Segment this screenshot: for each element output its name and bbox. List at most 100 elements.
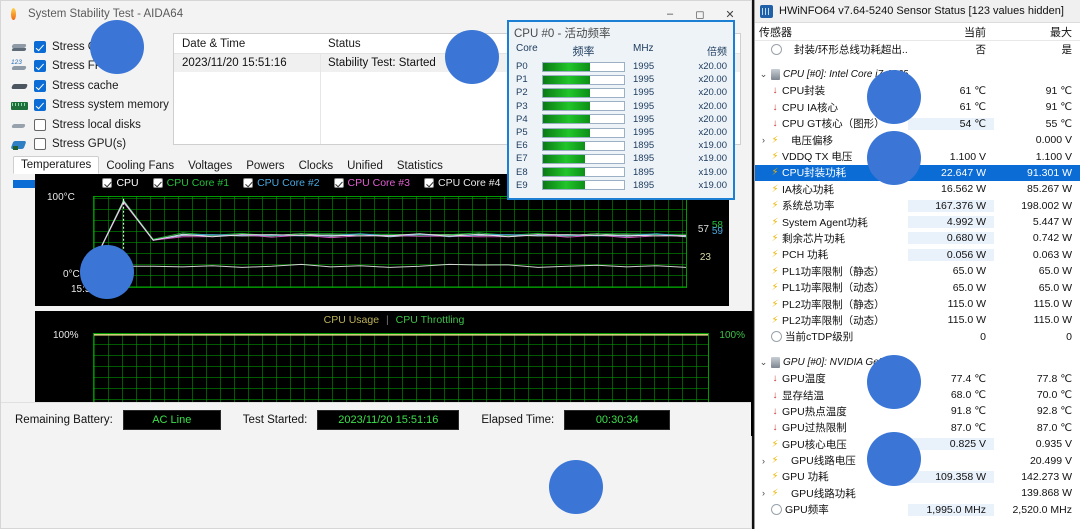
chevron-right-icon[interactable]: › bbox=[759, 135, 768, 145]
chart-scroll-sidebar[interactable] bbox=[11, 174, 35, 306]
legend-item[interactable]: CPU Core #2 bbox=[243, 177, 319, 189]
sensor-current-value: 87.0 ℃ bbox=[908, 422, 994, 434]
chevron-down-icon[interactable]: ⌄ bbox=[759, 357, 768, 368]
tab-unified[interactable]: Unified bbox=[340, 158, 390, 174]
cpu-core-rows: P01995x20.00P11995x20.00P21995x20.00P319… bbox=[509, 60, 733, 192]
chevron-right-icon[interactable]: › bbox=[759, 488, 768, 498]
cpu-core-mhz: 1895 bbox=[625, 180, 681, 191]
sensor-current-value: 0.825 V bbox=[908, 438, 994, 450]
stress-cache-checkbox[interactable] bbox=[34, 80, 46, 92]
sensor-row[interactable]: ⚡PL2功率限制（动态）115.0 W115.0 W bbox=[755, 312, 1080, 328]
hwinfo-window-title: HWiNFO64 v7.64-5240 Sensor Status [123 v… bbox=[779, 5, 1064, 17]
sensor-name-cell: ⚡System Agent功耗 bbox=[755, 215, 908, 230]
sensor-current-value: 115.0 W bbox=[908, 314, 994, 326]
legend-checkbox[interactable] bbox=[334, 178, 344, 188]
click-marker bbox=[867, 70, 921, 124]
cpu-core-label: P0 bbox=[516, 61, 542, 72]
aida64-app-icon bbox=[7, 7, 21, 21]
legend-item[interactable]: CPU Core #1 bbox=[153, 177, 229, 189]
thermometer-icon: ↓ bbox=[771, 390, 779, 401]
test-started-label: Test Started: bbox=[243, 414, 308, 426]
sensor-row[interactable]: ↓GPU热点温度91.8 ℃92.8 ℃ bbox=[755, 403, 1080, 419]
legend-checkbox[interactable] bbox=[424, 178, 434, 188]
sensor-row[interactable]: GPU频率1,995.0 MHz2,520.0 MHz bbox=[755, 502, 1080, 518]
tab-cooling-fans[interactable]: Cooling Fans bbox=[99, 158, 181, 174]
sensor-row[interactable]: ⚡PCH 功耗0.056 W0.063 W bbox=[755, 247, 1080, 263]
sensor-label: GPU热点温度 bbox=[782, 404, 847, 419]
sensor-current-value: 54 ℃ bbox=[908, 118, 994, 130]
cpu-frequency-window[interactable]: CPU #0 - 活动频率 Core 频率 MHz 倍频 P01995x20.0… bbox=[507, 20, 735, 200]
hwinfo-col-max: 最大 bbox=[994, 24, 1080, 40]
sensor-row[interactable]: ⚡PL1功率限制（静态）65.0 W65.0 W bbox=[755, 263, 1080, 279]
bolt-icon: ⚡ bbox=[771, 315, 779, 326]
stress-option-disks[interactable]: Stress local disks bbox=[11, 115, 161, 135]
click-marker bbox=[867, 432, 921, 486]
sensor-row[interactable]: ↓GPU过热限制87.0 ℃87.0 ℃ bbox=[755, 420, 1080, 436]
hwinfo-column-header: 传感器 当前 最大 bbox=[755, 23, 1080, 41]
bolt-icon: ⚡ bbox=[771, 184, 779, 195]
stress-cache-label: Stress cache bbox=[52, 80, 118, 92]
sensor-row[interactable]: ›⚡GPU线路功耗139.868 W bbox=[755, 485, 1080, 501]
tab-voltages[interactable]: Voltages bbox=[181, 158, 239, 174]
tab-temperatures[interactable]: Temperatures bbox=[13, 156, 99, 174]
sensor-current-value: 65.0 W bbox=[908, 282, 994, 294]
sensor-label: VDDQ TX 电压 bbox=[782, 149, 852, 164]
legend-checkbox[interactable] bbox=[243, 178, 253, 188]
stress-option-cache[interactable]: Stress cache bbox=[11, 76, 161, 96]
bolt-icon: ⚡ bbox=[771, 167, 779, 178]
stress-option-memory[interactable]: Stress system memory bbox=[11, 96, 161, 116]
legend-checkbox[interactable] bbox=[153, 178, 163, 188]
sensor-label: 电压偏移 bbox=[782, 133, 833, 148]
legend-item[interactable]: CPU Core #4 bbox=[424, 177, 500, 189]
sensor-row[interactable]: ↓CPU GT核心（图形）54 ℃55 ℃ bbox=[755, 116, 1080, 132]
thermometer-icon: ↓ bbox=[771, 373, 779, 384]
sensor-row[interactable]: ⚡IA核心功耗16.562 W85.267 W bbox=[755, 181, 1080, 197]
hwinfo-titlebar: HWiNFO64 v7.64-5240 Sensor Status [123 v… bbox=[755, 0, 1080, 23]
click-marker bbox=[867, 131, 921, 185]
sensor-group-row[interactable]: ⌄CPU [#0]: Intel Core i7-12650H: Enhance… bbox=[755, 66, 1080, 82]
sensor-row[interactable]: ⚡剩余芯片功耗0.680 W0.742 W bbox=[755, 230, 1080, 246]
sensor-max-value: 91 ℃ bbox=[994, 101, 1080, 113]
cpu-core-mhz: 1895 bbox=[625, 140, 681, 151]
circle-icon bbox=[771, 504, 782, 515]
usage-ytick-top: 100% bbox=[53, 330, 79, 341]
disk-icon bbox=[11, 118, 28, 131]
stress-gpu-checkbox[interactable] bbox=[34, 138, 46, 150]
chevron-down-icon[interactable]: ⌄ bbox=[759, 69, 768, 80]
sensor-row[interactable]: ⚡System Agent功耗4.992 W5.447 W bbox=[755, 214, 1080, 230]
legend-checkbox[interactable] bbox=[102, 178, 112, 188]
sensor-row[interactable]: 当前cTDP级别00 bbox=[755, 329, 1080, 345]
cpu-freq-bar bbox=[542, 180, 625, 190]
battery-value: AC Line bbox=[123, 410, 221, 430]
cpu-core-label: P2 bbox=[516, 87, 542, 98]
bolt-icon: ⚡ bbox=[771, 249, 779, 260]
chip-icon bbox=[771, 69, 780, 80]
sensor-label: PCH 功耗 bbox=[782, 247, 828, 262]
row-spacer bbox=[755, 57, 1080, 66]
column-divider bbox=[320, 53, 321, 144]
cpu-core-label: E8 bbox=[516, 167, 542, 178]
temp-endlabel-3: 23 bbox=[700, 252, 711, 263]
stress-option-gpu[interactable]: Stress GPU(s) bbox=[11, 135, 161, 155]
cpu-core-mhz: 1995 bbox=[625, 74, 681, 85]
legend-item[interactable]: CPU bbox=[102, 177, 138, 189]
stress-cpu-checkbox[interactable] bbox=[34, 41, 46, 53]
tab-statistics[interactable]: Statistics bbox=[390, 158, 450, 174]
cpu-core-row: P41995x20.00 bbox=[509, 113, 733, 126]
sensor-max-value: 87.0 ℃ bbox=[994, 422, 1080, 434]
cpu-freq-bar bbox=[542, 75, 625, 85]
tab-powers[interactable]: Powers bbox=[239, 158, 291, 174]
fpu-icon: 123 bbox=[11, 60, 28, 73]
chevron-right-icon[interactable]: › bbox=[759, 456, 768, 466]
aida64-status-bar: Remaining Battery: AC Line Test Started:… bbox=[1, 402, 751, 436]
stress-memory-checkbox[interactable] bbox=[34, 99, 46, 111]
sensor-row[interactable]: ⚡系统总功率167.376 W198.002 W bbox=[755, 198, 1080, 214]
sensor-max-value: 65.0 W bbox=[994, 265, 1080, 277]
stress-fpu-checkbox[interactable] bbox=[34, 60, 46, 72]
sensor-row[interactable]: 封装/环形总线功耗超出...否是 bbox=[755, 41, 1080, 57]
legend-item[interactable]: CPU Core #3 bbox=[334, 177, 410, 189]
tab-clocks[interactable]: Clocks bbox=[292, 158, 341, 174]
stress-disks-checkbox[interactable] bbox=[34, 119, 46, 131]
sensor-row[interactable]: ⚡PL1功率限制（动态）65.0 W65.0 W bbox=[755, 279, 1080, 295]
sensor-row[interactable]: ⚡PL2功率限制（静态）115.0 W115.0 W bbox=[755, 296, 1080, 312]
